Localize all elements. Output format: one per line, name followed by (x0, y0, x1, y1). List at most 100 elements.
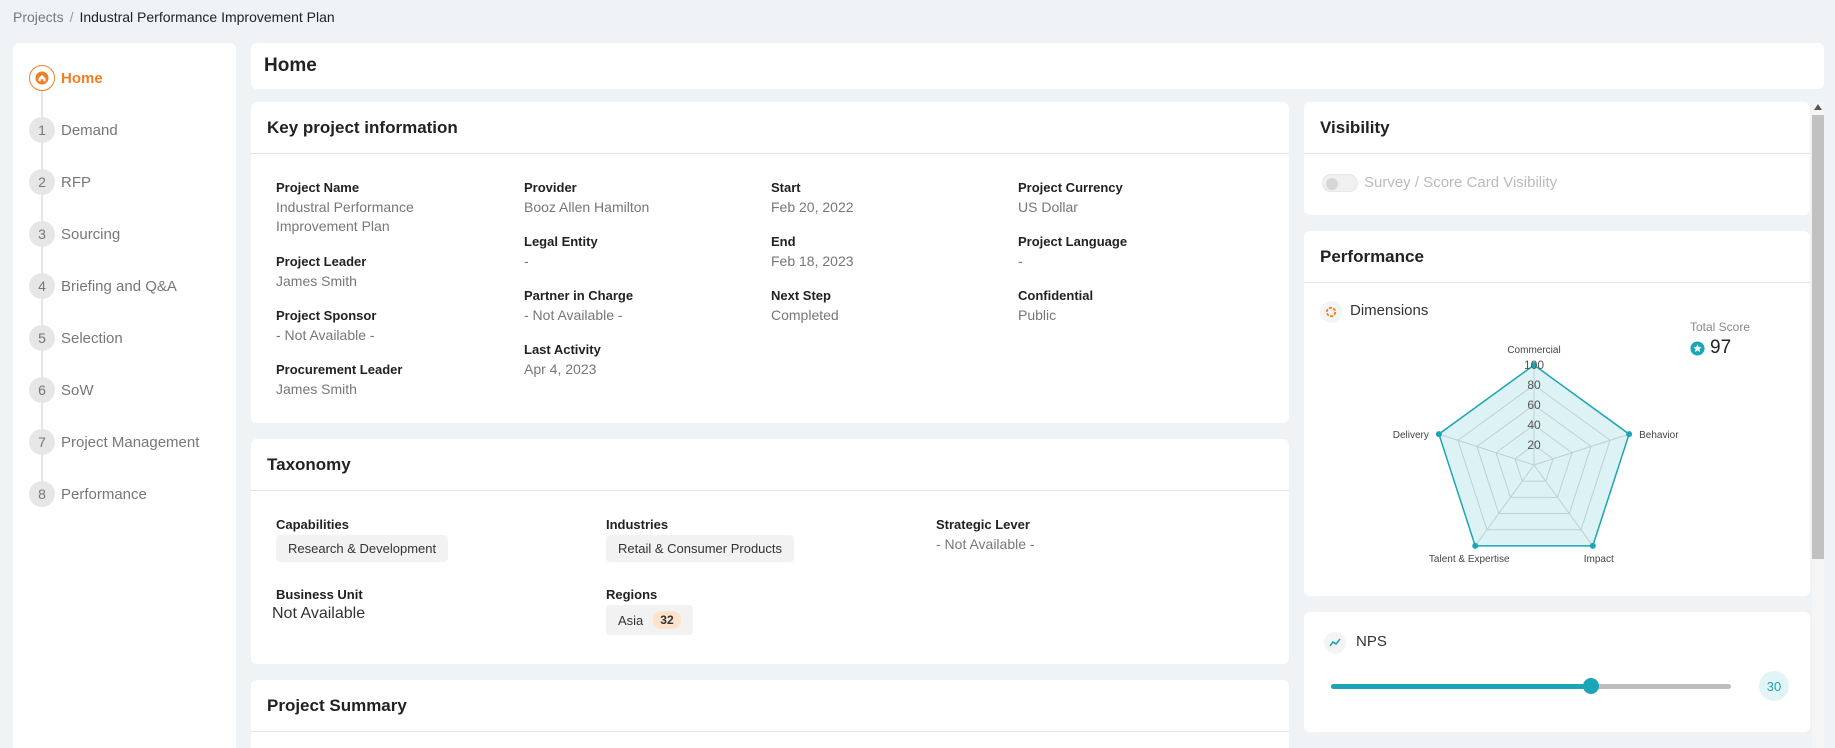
field-value: Booz Allen Hamilton (524, 199, 650, 215)
sidebar-item-label: Home (61, 69, 103, 87)
nps-slider-track[interactable] (1331, 678, 1731, 694)
field-label: End (771, 234, 796, 249)
field-confidential: Confidential Public (1018, 288, 1238, 325)
field-value: Apr 4, 2023 (524, 361, 597, 377)
field-start: Start Feb 20, 2022 (771, 180, 991, 217)
step-number: 3 (29, 221, 55, 247)
field-partner-in-charge: Partner in Charge - Not Available - (524, 288, 744, 325)
field-value: James Smith (276, 381, 357, 397)
field-next-step: Next Step Completed (771, 288, 991, 325)
field-label: Project Name (276, 180, 360, 195)
dimensions-icon (1320, 301, 1342, 323)
page-title: Home (251, 43, 1824, 89)
field-value: James Smith (276, 273, 357, 289)
field-value: - (524, 253, 529, 269)
field-industries: Industries Retail & Consumer Products (606, 517, 906, 562)
nps-card: NPS 30 (1304, 612, 1810, 732)
radar-data-point (1435, 431, 1442, 438)
scrollbar-thumb[interactable] (1812, 115, 1824, 559)
step-number: 4 (29, 273, 55, 299)
field-value: Completed (771, 307, 839, 323)
dimensions-radar-chart: 20 40 60 80 100 Commercial Behavior Impact Talen… (1393, 345, 1679, 565)
sidebar-item-briefing[interactable]: 4 Briefing and Q&A (29, 273, 177, 299)
field-value: Feb 20, 2022 (771, 199, 854, 215)
total-score-label: Total Score (1690, 320, 1751, 334)
breadcrumb-root[interactable]: Projects (13, 9, 64, 25)
field-label: Provider (524, 180, 577, 195)
sidebar-item-sourcing[interactable]: 3 Sourcing (29, 221, 120, 247)
radar-tick-label: 60 (1527, 398, 1541, 412)
step-number: 6 (29, 377, 55, 403)
radar-tick-label: 40 (1527, 418, 1541, 432)
total-score: 97 (1690, 337, 1731, 359)
field-value: - Not Available - (936, 536, 1035, 552)
key-info-card: Key project information Project Name Ind… (251, 102, 1289, 423)
field-project-currency: Project Currency US Dollar (1018, 180, 1238, 217)
project-summary-card: Project Summary (251, 680, 1289, 748)
sidebar-item-sow[interactable]: 6 SoW (29, 377, 94, 403)
field-value: Public (1018, 307, 1057, 323)
field-label: Regions (606, 587, 658, 602)
radar-category-label: Impact (1584, 554, 1614, 565)
field-label: Partner in Charge (524, 288, 634, 303)
radar-category-label: Behavior (1639, 430, 1679, 441)
capability-chip[interactable]: Research & Development (276, 535, 449, 562)
field-project-language: Project Language - (1018, 234, 1238, 271)
field-legal-entity: Legal Entity - (524, 234, 744, 271)
visibility-toggle[interactable] (1322, 174, 1358, 192)
field-provider: Provider Booz Allen Hamilton (524, 180, 744, 217)
sidebar-item-selection[interactable]: 5 Selection (29, 325, 123, 351)
field-project-leader: Project Leader James Smith (276, 254, 496, 291)
field-value: - (1018, 253, 1023, 269)
field-label: Procurement Leader (276, 362, 403, 377)
visibility-card: Visibility Survey / Score Card Visibilit… (1304, 102, 1810, 215)
field-regions: Regions Asia 32 (606, 587, 906, 635)
field-value: - Not Available - (276, 327, 375, 343)
nps-value-badge: 30 (1759, 671, 1789, 701)
sidebar-item-demand[interactable]: 1 Demand (29, 117, 118, 143)
sidebar-item-label: Selection (61, 329, 123, 347)
radar-tick-label: 100 (1524, 358, 1544, 372)
industry-chip[interactable]: Retail & Consumer Products (606, 535, 795, 562)
visibility-title: Visibility (1304, 102, 1810, 154)
sidebar-item-label: RFP (61, 173, 91, 191)
radar-series-area (1438, 364, 1630, 547)
performance-title: Performance (1304, 231, 1810, 283)
nps-slider-thumb[interactable] (1583, 678, 1599, 694)
performance-card: Performance Dimensions Total Score 97 20… (1304, 231, 1810, 596)
nps-slider-fill (1331, 684, 1591, 689)
field-project-sponsor: Project Sponsor - Not Available - (276, 308, 496, 345)
sidebar-item-label: SoW (61, 381, 94, 399)
step-number: 1 (29, 117, 55, 143)
region-count-badge: 32 (653, 611, 681, 629)
sidebar-item-home[interactable]: Home (29, 65, 103, 91)
step-number: 2 (29, 169, 55, 195)
taxonomy-title: Taxonomy (251, 439, 1289, 491)
sidebar-item-performance[interactable]: 8 Performance (29, 481, 147, 507)
field-value: US Dollar (1018, 199, 1078, 215)
field-business-unit: Business Unit Not Available (272, 587, 576, 623)
radar-category-label: Delivery (1393, 430, 1429, 441)
field-label: Project Currency (1018, 180, 1123, 195)
field-label: Business Unit (276, 587, 363, 602)
field-label: Start (771, 180, 801, 195)
region-chip[interactable]: Asia 32 (606, 605, 693, 635)
scroll-up-arrow[interactable] (1814, 104, 1822, 110)
score-badge-icon (1690, 340, 1705, 356)
visibility-toggle-label: Survey / Score Card Visibility (1364, 174, 1558, 191)
radar-data-point (1589, 542, 1596, 549)
region-label: Asia (618, 612, 644, 628)
home-icon (29, 65, 55, 91)
sidebar-item-rfp[interactable]: 2 RFP (29, 169, 91, 195)
sidebar-item-label: Demand (61, 121, 118, 139)
radar-tick-label: 20 (1527, 438, 1541, 452)
field-label: Confidential (1018, 288, 1094, 303)
sidebar-item-label: Sourcing (61, 225, 121, 243)
field-strategic-lever: Strategic Lever - Not Available - (936, 517, 1236, 554)
total-score-value: 97 (1710, 337, 1732, 358)
field-value: Industral Performance Improvement Plan (276, 199, 414, 234)
sidebar-item-label: Performance (61, 485, 147, 503)
project-summary-title: Project Summary (251, 680, 1289, 732)
step-number: 5 (29, 325, 55, 351)
sidebar-item-project-management[interactable]: 7 Project Management (29, 429, 199, 455)
